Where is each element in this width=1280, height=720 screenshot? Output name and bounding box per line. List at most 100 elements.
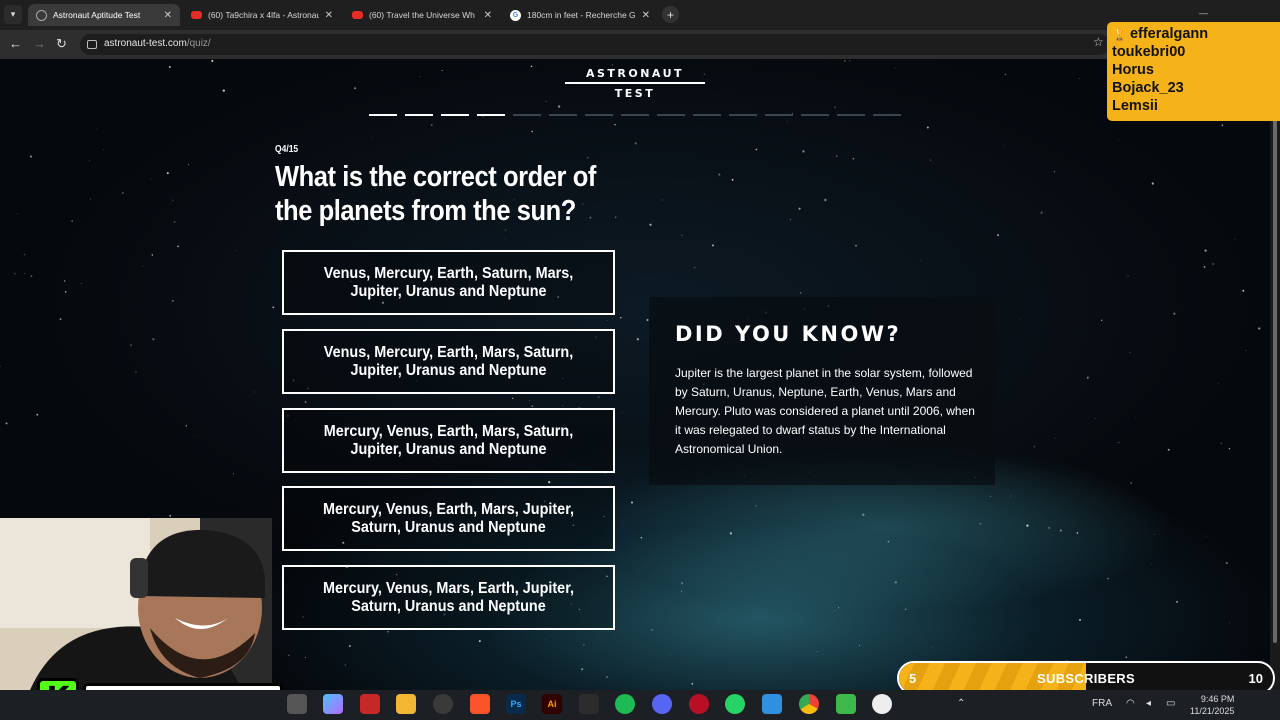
opera-icon[interactable] [689,694,709,714]
figma-icon[interactable] [579,694,599,714]
answer-label: Mercury, Venus, Mars, Earth, Jupiter, Sa… [322,579,575,615]
browser-tab-strip: ▾ Astronaut Aptitude Test ✕ (60) Ta9chir… [0,0,1280,30]
minimize-icon[interactable]: — [1199,8,1208,18]
progress-segment [369,114,397,116]
whatsapp-icon[interactable] [725,694,745,714]
question-text: What is the correct order of the planets… [275,161,596,227]
answer-option-4[interactable]: Mercury, Venus, Earth, Mars, Jupiter, Sa… [282,486,615,551]
progress-segment [765,114,793,116]
answer-label: Venus, Mercury, Earth, Mars, Saturn, Jup… [323,343,574,379]
photoshop-icon[interactable]: Ps [506,694,526,714]
viewer-name: efferalgann [1129,26,1209,42]
answer-option-5[interactable]: Mercury, Venus, Mars, Earth, Jupiter, Sa… [282,565,615,630]
answer-option-1[interactable]: Venus, Mercury, Earth, Saturn, Mars, Jup… [282,250,615,315]
tab-youtube-ta9chira[interactable]: (60) Ta9chira x 4lfa - Astronaut ✕ [183,4,341,26]
youtube-icon [191,11,202,19]
url-host: astronaut-test.com [104,38,187,49]
did-you-know-text: Jupiter is the largest planet in the sol… [675,366,975,456]
close-tab-icon[interactable]: ✕ [164,10,172,21]
sub-goal-target: 10 [1248,671,1263,686]
top-viewers-overlay: 🏆 efferalgann toukebri00 Horus Bojack_23 … [1107,22,1280,121]
bookmark-star-icon[interactable]: ☆ [1093,35,1104,49]
tab-title: (60) Travel the Universe Wh [369,10,475,20]
taskbar-clock[interactable]: 9:46 PM 11/21/2025 [1190,693,1234,717]
tab-title: 180cm in feet - Recherche Goo [527,10,636,20]
app-icon[interactable] [872,694,892,714]
clock-time: 9:46 PM [1200,694,1235,704]
sub-goal-label: SUBSCRIBERS [1037,671,1135,686]
answer-label: Venus, Mercury, Earth, Saturn, Mars, Jup… [323,264,574,300]
viewer-entry: 🏆 efferalgann [1112,25,1280,43]
forward-arrow-icon[interactable]: → [33,37,46,51]
address-bar-row: ← → ↻ astronaut-test.com/quiz/ [0,30,1280,59]
scrollbar-thumb[interactable] [1273,63,1277,643]
tab-title: (60) Ta9chira x 4lfa - Astronaut [208,10,319,20]
youtube-icon [352,11,363,19]
google-icon: G [510,9,521,21]
progress-segment [801,114,829,116]
battery-icon[interactable]: ▭ [1166,698,1175,709]
app-store-icon[interactable] [762,694,782,714]
close-tab-icon[interactable]: ✕ [642,10,650,21]
progress-segment [657,114,685,116]
site-logo[interactable]: ASTRONAUT TEST [565,64,705,100]
tray-overflow-icon[interactable]: ⌃ [957,698,965,709]
tab-youtube-travel[interactable]: (60) Travel the Universe Wh ✕ [344,4,500,26]
answer-label: Mercury, Venus, Earth, Mars, Saturn, Jup… [323,422,574,458]
progress-segment [441,114,469,116]
progress-segment [513,114,541,116]
screen: { "browser": { "tabs": [ {"title": "Astr… [0,0,1280,720]
trophy-icon: 🏆 [1112,27,1127,41]
progress-segment [873,114,901,116]
file-explorer-icon[interactable] [396,694,416,714]
progress-segment [585,114,613,116]
quiz-progress-bar [369,114,909,117]
globe-icon [36,9,47,21]
progress-segment [837,114,865,116]
tab-title: Astronaut Aptitude Test [53,10,141,20]
discord-icon[interactable] [652,694,672,714]
clock-date: 11/21/2025 [1190,706,1235,716]
progress-segment [729,114,757,116]
site-info-icon[interactable] [87,40,97,49]
viewer-entry: Bojack_23 [1112,80,1184,96]
question-number: Q4/15 [275,144,299,155]
page-scrollbar[interactable] [1270,59,1280,690]
task-view-icon[interactable] [287,694,307,714]
answer-option-3[interactable]: Mercury, Venus, Earth, Mars, Saturn, Jup… [282,408,615,473]
illustrator-icon[interactable]: Ai [542,694,562,714]
close-tab-icon[interactable]: ✕ [325,10,333,21]
wifi-icon[interactable]: ◠ [1126,698,1135,709]
volume-icon[interactable]: ◂ [1146,698,1151,709]
tab-search-menu-icon[interactable]: ▾ [4,5,22,24]
copilot-icon[interactable] [323,694,343,714]
did-you-know-panel: DID YOU KNOW? Jupiter is the largest pla… [649,297,995,485]
brave-icon[interactable] [470,694,490,714]
progress-segment [477,114,505,116]
close-tab-icon[interactable]: ✕ [484,10,492,21]
answer-label: Mercury, Venus, Earth, Mars, Jupiter, Sa… [322,500,575,536]
url-path: /quiz/ [186,38,211,49]
viewer-entry: Lemsii [1112,98,1158,114]
url-text: astronaut-test.com/quiz/ [104,38,211,49]
progress-segment [621,114,649,116]
progress-segment [405,114,433,116]
url-field[interactable]: astronaut-test.com/quiz/ [80,34,1110,55]
bluestacks-icon[interactable] [836,694,856,714]
chrome-icon[interactable] [799,694,819,714]
back-arrow-icon[interactable]: ← [9,37,22,51]
tab-google-search[interactable]: G 180cm in feet - Recherche Goo ✕ [502,4,658,26]
viewer-entry: Horus [1112,62,1154,78]
spotify-icon[interactable] [615,694,635,714]
reload-icon[interactable]: ↻ [56,37,67,51]
input-language[interactable]: FRA [1092,698,1112,709]
answer-option-2[interactable]: Venus, Mercury, Earth, Mars, Saturn, Jup… [282,329,615,394]
did-you-know-title: DID YOU KNOW? [675,322,902,346]
tab-astronaut-test[interactable]: Astronaut Aptitude Test ✕ [28,4,180,26]
new-tab-button[interactable]: + [662,6,679,23]
obs-icon[interactable] [433,694,453,714]
progress-segment [549,114,577,116]
windows-taskbar: Ps Ai ⌃ FRA ◠ ◂ ▭ 9:46 PM 11/21/2025 [0,690,1280,720]
mcafee-icon[interactable] [360,694,380,714]
progress-segment [693,114,721,116]
